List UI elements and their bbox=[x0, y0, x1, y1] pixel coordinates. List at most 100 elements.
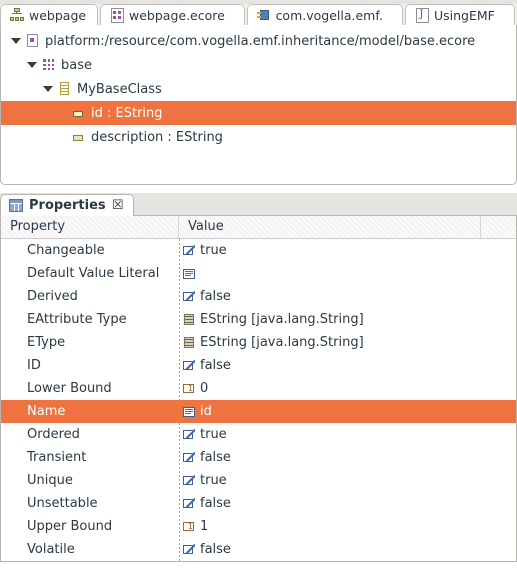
editor-tab-label: UsingEMF bbox=[434, 7, 495, 23]
property-value-cell[interactable]: false bbox=[179, 496, 516, 511]
property-name: Default Value Literal bbox=[27, 266, 160, 281]
editor-tab-webpage-ecore[interactable]: webpage.ecore bbox=[100, 4, 245, 25]
expand-arrow-icon[interactable] bbox=[41, 82, 55, 96]
property-value: false bbox=[200, 496, 231, 511]
expand-arrow-icon[interactable] bbox=[25, 58, 39, 72]
eclass-icon bbox=[57, 82, 72, 96]
boolean-icon bbox=[183, 428, 197, 441]
column-header-filler bbox=[481, 216, 516, 238]
property-name: Name bbox=[27, 404, 66, 419]
tree-row-attribute-id[interactable]: id : EString bbox=[1, 101, 516, 125]
text-icon bbox=[183, 406, 197, 418]
property-value-cell[interactable] bbox=[179, 268, 516, 280]
tree-row-attribute-description[interactable]: description : EString bbox=[1, 125, 516, 149]
expand-arrow-icon[interactable] bbox=[9, 34, 23, 48]
table-row[interactable]: Volatile false bbox=[1, 538, 516, 561]
properties-table-header: Property Value bbox=[1, 216, 516, 239]
table-row-selected[interactable]: Name id bbox=[1, 400, 516, 423]
property-value: 1 bbox=[200, 519, 209, 534]
table-row[interactable]: EAttribute Type EString [java.lang.Strin… bbox=[1, 308, 516, 331]
properties-icon bbox=[9, 199, 23, 212]
property-name: Volatile bbox=[27, 542, 75, 557]
property-value: true bbox=[200, 243, 227, 258]
property-value: EString [java.lang.String] bbox=[200, 335, 364, 350]
editor-tab-webpage[interactable]: webpage bbox=[0, 4, 98, 25]
property-name: Lower Bound bbox=[27, 381, 112, 396]
editor-tab-bar: webpage webpage.ecore com.vogella.emf. U… bbox=[0, 0, 517, 25]
editor-tab-label: webpage.ecore bbox=[129, 7, 225, 23]
property-value: id bbox=[200, 404, 212, 419]
table-row[interactable]: Unique true bbox=[1, 469, 516, 492]
editor-tab-usingemf[interactable]: UsingEMF bbox=[405, 4, 515, 25]
property-value-cell[interactable]: true bbox=[179, 243, 516, 258]
property-value-cell[interactable]: EString [java.lang.String] bbox=[179, 335, 516, 350]
ecore-resource-icon bbox=[25, 34, 40, 48]
column-header-property[interactable]: Property bbox=[1, 216, 179, 238]
table-row[interactable]: Transient false bbox=[1, 446, 516, 469]
property-name: Derived bbox=[27, 289, 78, 304]
tab-properties[interactable]: Properties ☒ bbox=[0, 194, 134, 216]
text-icon bbox=[183, 268, 197, 280]
property-value-cell[interactable]: false bbox=[179, 358, 516, 373]
property-name: Transient bbox=[27, 450, 87, 465]
boolean-icon bbox=[183, 359, 197, 372]
table-row[interactable]: Upper Bound 1 bbox=[1, 515, 516, 538]
tree-row-resource[interactable]: platform:/resource/com.vogella.emf.inher… bbox=[1, 29, 516, 53]
table-row[interactable]: Unsettable false bbox=[1, 492, 516, 515]
boolean-icon bbox=[183, 497, 197, 510]
property-value: false bbox=[200, 450, 231, 465]
table-row[interactable]: Lower Bound 0 bbox=[1, 377, 516, 400]
table-row[interactable]: Changeable true bbox=[1, 239, 516, 262]
column-divider[interactable] bbox=[179, 239, 180, 561]
java-file-icon bbox=[416, 7, 429, 23]
boolean-icon bbox=[183, 244, 197, 257]
tree-row-class[interactable]: MyBaseClass bbox=[1, 77, 516, 101]
property-value-cell[interactable]: 1 bbox=[179, 519, 516, 534]
property-name: Changeable bbox=[27, 243, 105, 258]
tree-row-package[interactable]: base bbox=[1, 53, 516, 77]
property-value-cell[interactable]: EString [java.lang.String] bbox=[179, 312, 516, 327]
property-value-cell[interactable]: true bbox=[179, 427, 516, 442]
property-value: EString [java.lang.String] bbox=[200, 312, 364, 327]
tree-row-label: base bbox=[61, 57, 92, 73]
property-value: 0 bbox=[200, 381, 209, 396]
property-name: Ordered bbox=[27, 427, 80, 442]
number-icon bbox=[183, 521, 197, 533]
editor-tab-label: com.vogella.emf. bbox=[275, 7, 383, 23]
property-value-cell[interactable]: 0 bbox=[179, 381, 516, 396]
datatype-icon bbox=[183, 313, 197, 326]
property-value-cell[interactable]: id bbox=[179, 404, 516, 419]
boolean-icon bbox=[183, 543, 197, 556]
table-row[interactable]: Default Value Literal bbox=[1, 262, 516, 285]
tree-row-label: platform:/resource/com.vogella.emf.inher… bbox=[45, 33, 476, 49]
table-row[interactable]: ID false bbox=[1, 354, 516, 377]
properties-table: Property Value Changeable true Default V… bbox=[0, 216, 517, 562]
property-name: EType bbox=[27, 335, 66, 350]
property-value-cell[interactable]: false bbox=[179, 289, 516, 304]
property-value-cell[interactable]: true bbox=[179, 473, 516, 488]
property-value-cell[interactable]: false bbox=[179, 542, 516, 557]
property-value: true bbox=[200, 427, 227, 442]
property-name: Unique bbox=[27, 473, 73, 488]
plugin-icon bbox=[256, 8, 271, 22]
epackage-icon bbox=[41, 58, 56, 72]
table-row[interactable]: Derived false bbox=[1, 285, 516, 308]
ecore-editor-tree-panel: platform:/resource/com.vogella.emf.inher… bbox=[0, 25, 517, 185]
properties-view: Properties ☒ Property Value Changeable t… bbox=[0, 193, 517, 562]
property-value: false bbox=[200, 542, 231, 557]
table-row[interactable]: Ordered true bbox=[1, 423, 516, 446]
table-row[interactable]: EType EString [java.lang.String] bbox=[1, 331, 516, 354]
ecore-file-icon bbox=[111, 7, 124, 23]
properties-tab-label: Properties bbox=[29, 198, 106, 213]
boolean-icon bbox=[183, 290, 197, 303]
column-header-value[interactable]: Value bbox=[179, 216, 481, 238]
tree-row-label: id : EString bbox=[91, 105, 163, 121]
datatype-icon bbox=[183, 336, 197, 349]
boolean-icon bbox=[183, 474, 197, 487]
close-icon[interactable]: ☒ bbox=[112, 199, 124, 212]
property-value-cell[interactable]: false bbox=[179, 450, 516, 465]
boolean-icon bbox=[183, 451, 197, 464]
tree-row-label: description : EString bbox=[91, 129, 223, 145]
property-name: ID bbox=[27, 358, 41, 373]
editor-tab-com-vogella-emf[interactable]: com.vogella.emf. bbox=[246, 4, 403, 25]
